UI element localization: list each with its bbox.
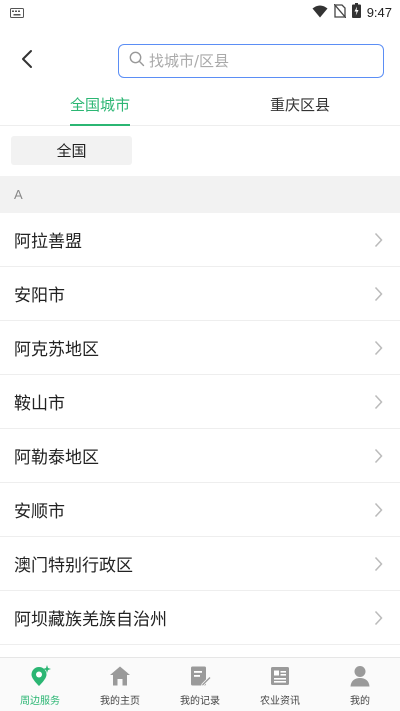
- list-item[interactable]: 阿克苏地区: [0, 321, 400, 375]
- city-name: 阿克苏地区: [14, 340, 99, 360]
- city-name: 安顺市: [14, 502, 65, 522]
- city-name: 澳门特别行政区: [14, 556, 133, 576]
- record-edit-icon: [187, 663, 213, 689]
- search-input[interactable]: [149, 52, 369, 70]
- city-list: 阿拉善盟 安阳市 阿克苏地区 鞍山市 阿勒泰地区 安顺市 澳门特别行政区 阿坝藏…: [0, 213, 400, 645]
- back-button[interactable]: [14, 48, 40, 74]
- nav-label: 农业资讯: [260, 696, 300, 707]
- wifi-icon: [312, 3, 328, 22]
- tab-bar: 全国城市 重庆区县: [0, 82, 400, 126]
- nav-my-records[interactable]: 我的记录: [160, 658, 240, 711]
- list-item[interactable]: 阿坝藏族羌族自治州: [0, 591, 400, 645]
- chevron-right-icon: [372, 231, 384, 249]
- search-icon: [129, 51, 145, 71]
- header: [0, 40, 400, 82]
- list-item[interactable]: 阿拉善盟: [0, 213, 400, 267]
- city-name: 安阳市: [14, 286, 65, 306]
- keyboard-icon: [10, 3, 24, 22]
- list-item[interactable]: 鞍山市: [0, 375, 400, 429]
- tab-national-cities[interactable]: 全国城市: [0, 82, 200, 126]
- nav-label: 我的主页: [100, 696, 140, 707]
- nav-profile[interactable]: 我的: [320, 658, 400, 711]
- chevron-right-icon: [372, 501, 384, 519]
- list-item[interactable]: 阿勒泰地区: [0, 429, 400, 483]
- home-icon: [107, 663, 133, 689]
- status-bar: 9:47: [0, 0, 400, 24]
- city-name: 鞍山市: [14, 394, 65, 414]
- tab-chongqing-districts[interactable]: 重庆区县: [200, 82, 400, 126]
- chevron-right-icon: [372, 393, 384, 411]
- chevron-left-icon: [21, 49, 33, 73]
- list-item[interactable]: 澳门特别行政区: [0, 537, 400, 591]
- chevron-right-icon: [372, 285, 384, 303]
- all-country-chip[interactable]: 全国: [11, 136, 132, 165]
- city-name: 阿坝藏族羌族自治州: [14, 610, 167, 630]
- chevron-right-icon: [372, 339, 384, 357]
- nav-agri-news[interactable]: 农业资讯: [240, 658, 320, 711]
- profile-icon: [347, 663, 373, 689]
- city-name: 阿拉善盟: [14, 232, 82, 252]
- chevron-right-icon: [372, 447, 384, 465]
- location-service-icon: [27, 663, 53, 689]
- list-item[interactable]: 安阳市: [0, 267, 400, 321]
- chevron-right-icon: [372, 609, 384, 627]
- bottom-nav: 周边服务 我的主页 我的记录 农业资讯 我的: [0, 657, 400, 711]
- nav-label: 我的: [350, 696, 370, 707]
- chevron-right-icon: [372, 555, 384, 573]
- status-icons: 9:47: [312, 2, 392, 22]
- search-box[interactable]: [118, 44, 384, 78]
- status-time: 9:47: [366, 4, 392, 20]
- news-icon: [267, 663, 293, 689]
- section-header-letter: A: [0, 176, 400, 213]
- nav-nearby-services[interactable]: 周边服务: [0, 658, 80, 711]
- nav-label: 我的记录: [180, 696, 220, 707]
- nav-my-home[interactable]: 我的主页: [80, 658, 160, 711]
- city-name: 阿勒泰地区: [14, 448, 99, 468]
- nav-label: 周边服务: [20, 696, 60, 707]
- no-sim-icon: [333, 3, 347, 22]
- list-item[interactable]: 安顺市: [0, 483, 400, 537]
- battery-charging-icon: [351, 2, 361, 22]
